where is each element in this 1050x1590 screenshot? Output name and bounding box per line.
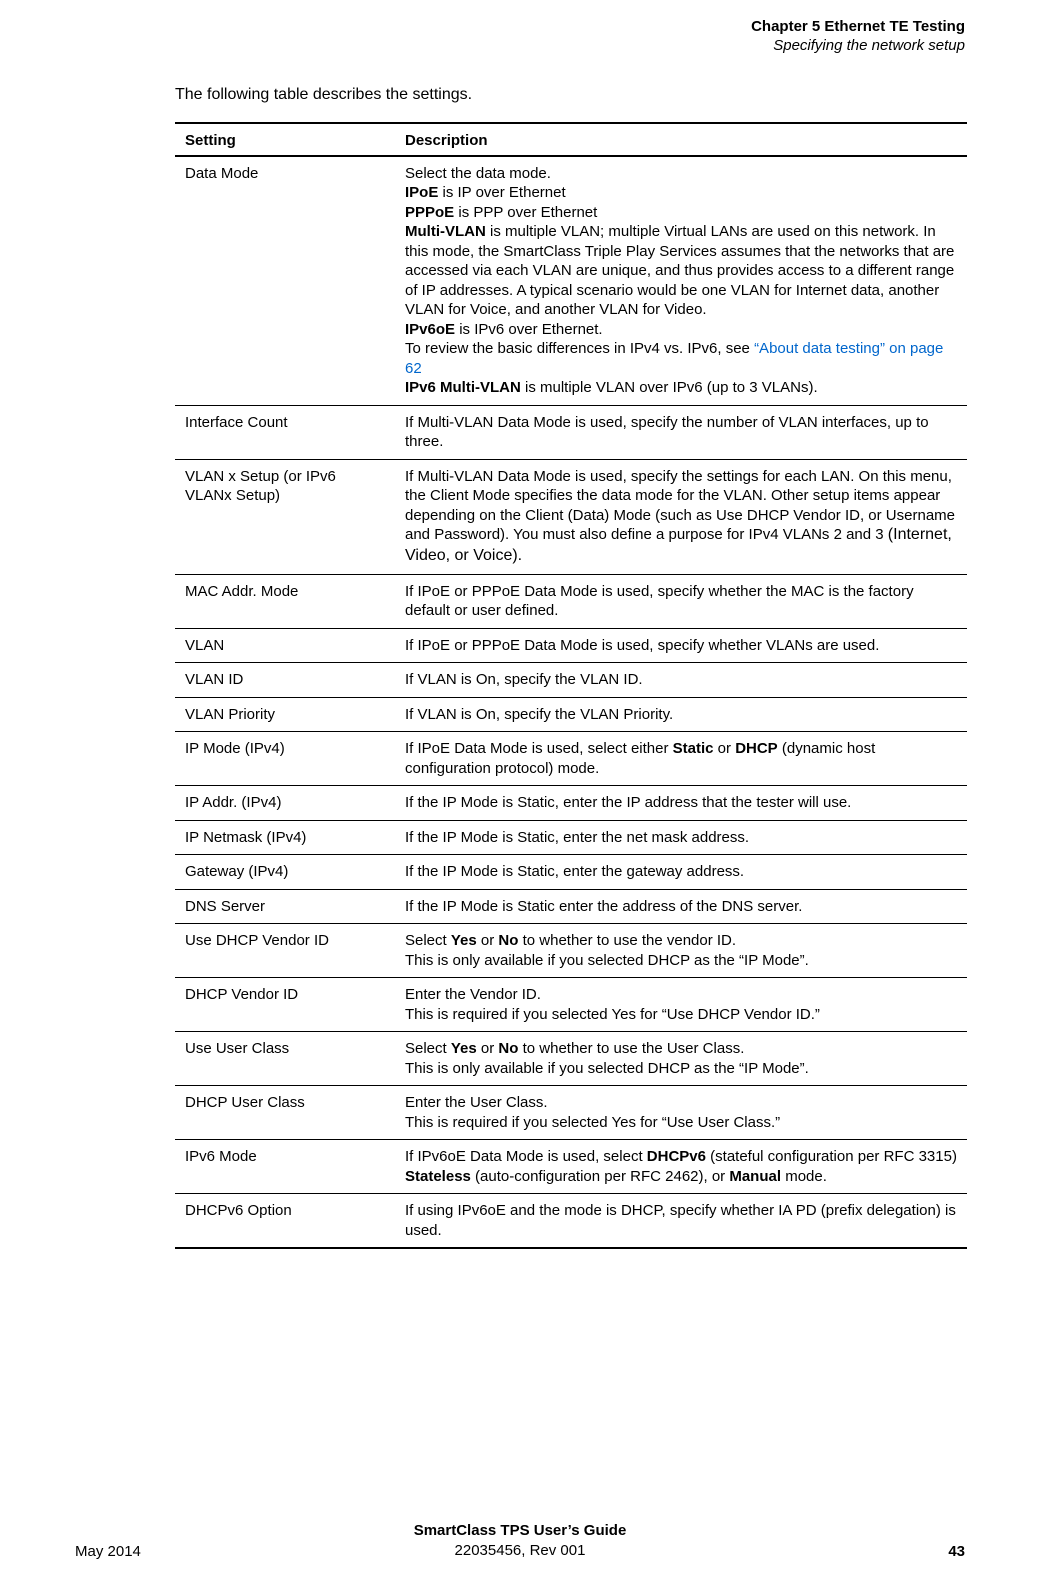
table-row: IP Addr. (IPv4) If the IP Mode is Static…	[175, 786, 967, 821]
setting-desc: If IPoE or PPPoE Data Mode is used, spec…	[395, 628, 967, 663]
setting-name: VLAN	[175, 628, 395, 663]
doc-number: 22035456, Rev 001	[75, 1541, 965, 1561]
col-description: Description	[395, 123, 967, 156]
section-title: Specifying the network setup	[75, 37, 965, 56]
table-row: IP Mode (IPv4) If IPoE Data Mode is used…	[175, 732, 967, 786]
setting-desc: Select Yes or No to whether to use the v…	[395, 924, 967, 978]
table-row: IP Netmask (IPv4) If the IP Mode is Stat…	[175, 820, 967, 855]
setting-desc: If the IP Mode is Static, enter the net …	[395, 820, 967, 855]
setting-desc: If IPoE Data Mode is used, select either…	[395, 732, 967, 786]
setting-name: Interface Count	[175, 405, 395, 459]
setting-desc: If the IP Mode is Static enter the addre…	[395, 889, 967, 924]
table-row: DHCP User Class Enter the User Class. Th…	[175, 1086, 967, 1140]
page: Chapter 5 Ethernet TE Testing Specifying…	[0, 0, 1050, 1590]
page-header: Chapter 5 Ethernet TE Testing Specifying…	[75, 18, 965, 56]
setting-desc: If Multi-VLAN Data Mode is used, specify…	[395, 405, 967, 459]
table-row: Use User Class Select Yes or No to wheth…	[175, 1032, 967, 1086]
table-row: Data Mode Select the data mode. IPoE is …	[175, 156, 967, 406]
table-row: DHCP Vendor ID Enter the Vendor ID. This…	[175, 978, 967, 1032]
footer-center: SmartClass TPS User’s Guide 22035456, Re…	[75, 1521, 965, 1560]
table-row: DHCPv6 Option If using IPv6oE and the mo…	[175, 1194, 967, 1249]
setting-desc: Select the data mode. IPoE is IP over Et…	[395, 156, 967, 406]
setting-desc: If IPv6oE Data Mode is used, select DHCP…	[395, 1140, 967, 1194]
table-row: Use DHCP Vendor ID Select Yes or No to w…	[175, 924, 967, 978]
setting-desc: If using IPv6oE and the mode is DHCP, sp…	[395, 1194, 967, 1249]
setting-name: VLAN ID	[175, 663, 395, 698]
setting-desc: If Multi-VLAN Data Mode is used, specify…	[395, 459, 967, 574]
guide-title: SmartClass TPS User’s Guide	[75, 1521, 965, 1541]
setting-name: MAC Addr. Mode	[175, 574, 395, 628]
table-row: Interface Count If Multi-VLAN Data Mode …	[175, 405, 967, 459]
col-setting: Setting	[175, 123, 395, 156]
setting-name: Data Mode	[175, 156, 395, 406]
setting-name: IP Addr. (IPv4)	[175, 786, 395, 821]
setting-desc: If VLAN is On, specify the VLAN Priority…	[395, 697, 967, 732]
setting-name: IP Mode (IPv4)	[175, 732, 395, 786]
setting-name: DHCP Vendor ID	[175, 978, 395, 1032]
setting-name: Use User Class	[175, 1032, 395, 1086]
setting-name: DNS Server	[175, 889, 395, 924]
table-row: VLAN ID If VLAN is On, specify the VLAN …	[175, 663, 967, 698]
settings-table: Setting Description Data Mode Select the…	[175, 122, 967, 1250]
setting-desc: Enter the Vendor ID. This is required if…	[395, 978, 967, 1032]
page-footer: SmartClass TPS User’s Guide 22035456, Re…	[75, 1521, 965, 1560]
page-number: 43	[948, 1543, 965, 1560]
setting-desc: Select Yes or No to whether to use the U…	[395, 1032, 967, 1086]
chapter-title: Chapter 5 Ethernet TE Testing	[75, 18, 965, 37]
setting-name: IPv6 Mode	[175, 1140, 395, 1194]
table-row: VLAN If IPoE or PPPoE Data Mode is used,…	[175, 628, 967, 663]
setting-desc: If the IP Mode is Static, enter the IP a…	[395, 786, 967, 821]
table-row: VLAN x Setup (or IPv6 VLANx Setup) If Mu…	[175, 459, 967, 574]
setting-desc: If IPoE or PPPoE Data Mode is used, spec…	[395, 574, 967, 628]
table-header-row: Setting Description	[175, 123, 967, 156]
table-row: VLAN Priority If VLAN is On, specify the…	[175, 697, 967, 732]
footer-date: May 2014	[75, 1543, 141, 1560]
setting-name: Gateway (IPv4)	[175, 855, 395, 890]
setting-name: DHCP User Class	[175, 1086, 395, 1140]
setting-desc: If VLAN is On, specify the VLAN ID.	[395, 663, 967, 698]
setting-name: DHCPv6 Option	[175, 1194, 395, 1249]
table-row: Gateway (IPv4) If the IP Mode is Static,…	[175, 855, 967, 890]
intro-text: The following table describes the settin…	[175, 86, 965, 104]
setting-name: VLAN x Setup (or IPv6 VLANx Setup)	[175, 459, 395, 574]
setting-name: IP Netmask (IPv4)	[175, 820, 395, 855]
table-row: IPv6 Mode If IPv6oE Data Mode is used, s…	[175, 1140, 967, 1194]
setting-name: VLAN Priority	[175, 697, 395, 732]
table-row: DNS Server If the IP Mode is Static ente…	[175, 889, 967, 924]
setting-desc: Enter the User Class. This is required i…	[395, 1086, 967, 1140]
setting-name: Use DHCP Vendor ID	[175, 924, 395, 978]
setting-desc: If the IP Mode is Static, enter the gate…	[395, 855, 967, 890]
table-row: MAC Addr. Mode If IPoE or PPPoE Data Mod…	[175, 574, 967, 628]
